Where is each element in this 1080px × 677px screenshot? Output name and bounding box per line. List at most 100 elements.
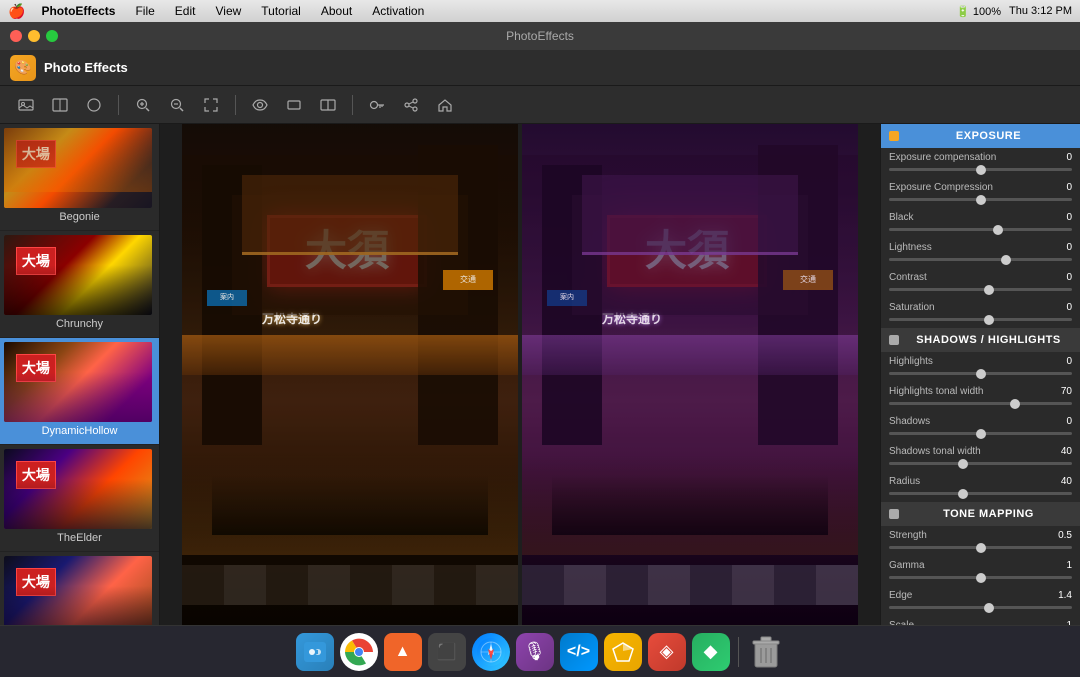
slider-saturation-input[interactable] xyxy=(889,318,1072,321)
toolbar-sep-1 xyxy=(118,95,119,115)
toolbar-home[interactable] xyxy=(431,92,459,118)
menu-activation[interactable]: Activation xyxy=(368,4,428,18)
window-title: PhotoEffects xyxy=(506,29,574,43)
dock-item-app10[interactable]: ◆ xyxy=(692,633,730,671)
menu-bar: 🍎 PhotoEffects File Edit View Tutorial A… xyxy=(0,0,1080,22)
dock-item-finder[interactable] xyxy=(296,633,334,671)
slider-edge-input[interactable] xyxy=(889,606,1072,609)
sidebar-thumb-chrunchy: 大場 xyxy=(4,235,152,315)
slider-highlights-tonal-input[interactable] xyxy=(889,402,1072,405)
dock-item-trash[interactable] xyxy=(747,633,785,671)
sidebar-item-chrunchy[interactable]: 大場 Chrunchy xyxy=(0,231,159,338)
left-sidebar: 大場 Begonie 大場 Chrunchy 大場 xyxy=(0,124,160,625)
shadows-content: Highlights 0 Highlights tonal width 70 S… xyxy=(881,352,1080,502)
photo-right: 大須 万松寺通り 交通 案内 xyxy=(522,124,858,625)
slider-radius: Radius 40 xyxy=(881,472,1080,502)
exposure-title: EXPOSURE xyxy=(905,130,1072,142)
sidebar-thumb-theelder: 大場 xyxy=(4,449,152,529)
slider-black: Black 0 xyxy=(881,208,1080,238)
toolbar xyxy=(0,86,1080,124)
slider-exposure-compress-input[interactable] xyxy=(889,198,1072,201)
sidebar-label-theelder: TheElder xyxy=(4,529,155,547)
sidebar-label-begonie: Begonie xyxy=(4,208,155,226)
sidebar-item-begonie[interactable]: 大場 Begonie xyxy=(0,124,159,231)
menu-file[interactable]: File xyxy=(131,4,158,18)
dock-item-sketch[interactable] xyxy=(604,633,642,671)
minimize-button[interactable] xyxy=(28,30,40,42)
slider-exposure-comp: Exposure compensation 0 xyxy=(881,148,1080,178)
dock-item-podcasts[interactable]: 🎙 xyxy=(516,633,554,671)
maximize-button[interactable] xyxy=(46,30,58,42)
toolbar-zoom-in[interactable] xyxy=(129,92,157,118)
slider-contrast-input[interactable] xyxy=(889,288,1072,291)
tonemapping-dot xyxy=(889,509,899,519)
slider-shadows-tonal-input[interactable] xyxy=(889,462,1072,465)
dock-item-app4[interactable]: ⬛ xyxy=(428,633,466,671)
dock-item-chrome[interactable] xyxy=(340,633,378,671)
app-header: 🎨 Photo Effects xyxy=(0,50,1080,86)
menu-view[interactable]: View xyxy=(211,4,245,18)
toolbar-fit[interactable] xyxy=(197,92,225,118)
shadows-title: SHADOWS / HIGHLIGHTS xyxy=(905,334,1072,346)
sidebar-item-vacuous[interactable]: 大場 Vacuous xyxy=(0,552,159,625)
menu-app-name[interactable]: PhotoEffects xyxy=(37,4,119,18)
sidebar-thumb-dynamichollow: 大場 xyxy=(4,342,152,422)
photo-left: 大須 万松寺通り 交通 案内 xyxy=(182,124,518,625)
menu-time: Thu 3:12 PM xyxy=(1009,5,1072,17)
canvas-area: 大須 万松寺通り 交通 案内 xyxy=(160,124,880,625)
slider-shadows: Shadows 0 xyxy=(881,412,1080,442)
menu-about[interactable]: About xyxy=(317,4,356,18)
toolbar-key[interactable] xyxy=(363,92,391,118)
slider-gamma-input[interactable] xyxy=(889,576,1072,579)
dock-item-app3[interactable]: ▲ xyxy=(384,633,422,671)
toolbar-split[interactable] xyxy=(314,92,342,118)
slider-lightness-input[interactable] xyxy=(889,258,1072,261)
slider-scale: Scale 1 xyxy=(881,616,1080,625)
slider-strength: Strength 0.5 xyxy=(881,526,1080,556)
menu-tutorial[interactable]: Tutorial xyxy=(257,4,305,18)
shadows-header[interactable]: SHADOWS / HIGHLIGHTS xyxy=(881,328,1080,352)
apple-menu[interactable]: 🍎 xyxy=(8,3,25,20)
slider-radius-input[interactable] xyxy=(889,492,1072,495)
close-button[interactable] xyxy=(10,30,22,42)
slider-strength-input[interactable] xyxy=(889,546,1072,549)
dock-item-app9[interactable]: ◈ xyxy=(648,633,686,671)
toolbar-rect[interactable] xyxy=(280,92,308,118)
toolbar-zoom-out[interactable] xyxy=(163,92,191,118)
slider-contrast: Contrast 0 xyxy=(881,268,1080,298)
exposure-content: Exposure compensation 0 Exposure Compres… xyxy=(881,148,1080,328)
dock-item-vscode[interactable]: </> xyxy=(560,633,598,671)
toolbar-add-photo[interactable] xyxy=(12,92,40,118)
sidebar-item-dynamichollow[interactable]: 大場 DynamicHollow xyxy=(0,338,159,445)
tonemapping-content: Strength 0.5 Gamma 1 Edge 1.4 xyxy=(881,526,1080,625)
title-bar: PhotoEffects xyxy=(0,22,1080,50)
toolbar-share[interactable] xyxy=(397,92,425,118)
slider-black-input[interactable] xyxy=(889,228,1072,231)
menu-bar-left: 🍎 PhotoEffects File Edit View Tutorial A… xyxy=(8,3,428,20)
slider-shadows-tonal: Shadows tonal width 40 xyxy=(881,442,1080,472)
toolbar-circle[interactable] xyxy=(80,92,108,118)
sidebar-item-theelder[interactable]: 大場 TheElder xyxy=(0,445,159,552)
toolbar-compare[interactable] xyxy=(46,92,74,118)
right-panel: EXPOSURE Exposure compensation 0 Exposur… xyxy=(880,124,1080,625)
shadows-dot xyxy=(889,335,899,345)
window-controls xyxy=(10,30,58,42)
dock-item-safari[interactable] xyxy=(472,633,510,671)
slider-saturation: Saturation 0 xyxy=(881,298,1080,328)
menu-edit[interactable]: Edit xyxy=(171,4,200,18)
tonemapping-header[interactable]: TONE MAPPING xyxy=(881,502,1080,526)
slider-edge: Edge 1.4 xyxy=(881,586,1080,616)
slider-exposure-comp-input[interactable] xyxy=(889,168,1072,171)
menu-icons: 🔋 100% xyxy=(956,5,1001,18)
exposure-dot xyxy=(889,131,899,141)
slider-highlights-input[interactable] xyxy=(889,372,1072,375)
toolbar-sep-3 xyxy=(352,95,353,115)
toolbar-eye[interactable] xyxy=(246,92,274,118)
sidebar-thumb-begonie: 大場 xyxy=(4,128,152,208)
toolbar-sep-2 xyxy=(235,95,236,115)
app-title: Photo Effects xyxy=(44,60,128,75)
slider-shadows-input[interactable] xyxy=(889,432,1072,435)
exposure-header[interactable]: EXPOSURE xyxy=(881,124,1080,148)
sidebar-label-dynamichollow: DynamicHollow xyxy=(4,422,155,440)
slider-exposure-compress: Exposure Compression 0 xyxy=(881,178,1080,208)
